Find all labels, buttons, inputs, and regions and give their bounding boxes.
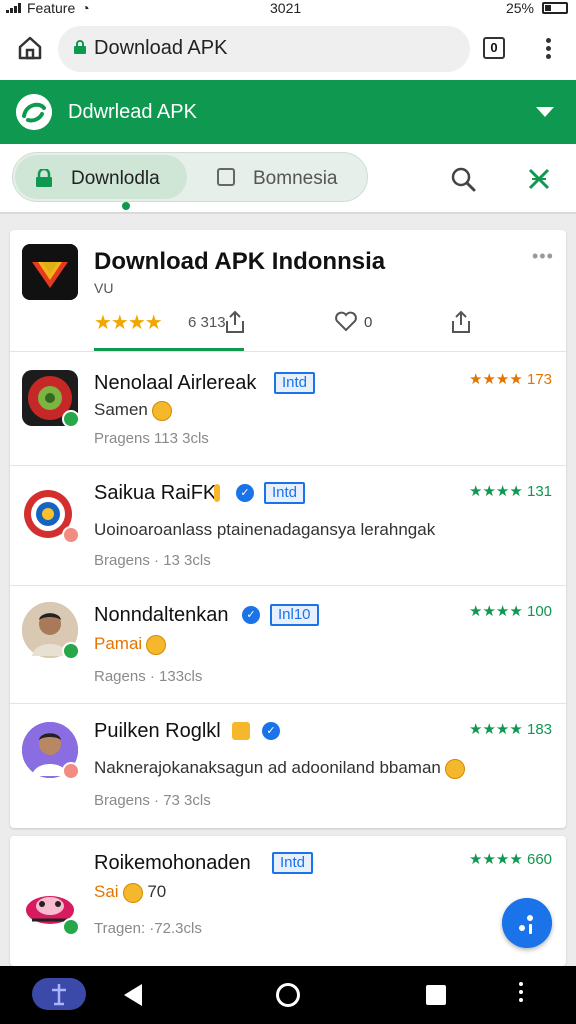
- flag-icon: [214, 484, 220, 502]
- lock-icon: [74, 40, 86, 54]
- app-icon: [22, 244, 78, 300]
- back-icon[interactable]: [124, 984, 142, 1006]
- app-rating: ★★★★ 173: [469, 371, 552, 388]
- emoji-icon: [146, 634, 167, 655]
- nav-menu-icon[interactable]: [518, 982, 524, 1008]
- app-rating: ★★★★ 100: [469, 603, 552, 620]
- app-description: Naknerajokanaksagun ad adooniland bbaman: [94, 758, 465, 779]
- browser-toolbar: Download APK 0: [0, 18, 576, 80]
- url-text: Download APK: [94, 37, 228, 59]
- info-badge: Inl10: [270, 604, 319, 626]
- browser-menu-icon[interactable]: [544, 38, 552, 60]
- info-badge: Intd: [274, 372, 316, 394]
- app-icon: [22, 722, 80, 780]
- app-developer-text: Samen: [94, 400, 148, 419]
- list-item[interactable]: Nenolaal Airlereak Intd ★★★★ 173 Samen P…: [10, 352, 566, 466]
- app-meta: Bragens · 73 3cls: [94, 792, 211, 809]
- lock-icon: [36, 169, 52, 187]
- site-header: Ddwrlead APK: [0, 80, 576, 144]
- tab-other-label[interactable]: Bomnesia: [253, 168, 338, 190]
- app-developer: Pamai: [94, 634, 167, 655]
- list-item[interactable]: Saikua RaiFK ✓ Intd ★★★★ 131 Uoinoaroanl…: [10, 466, 566, 586]
- app-rating: ★★★★ 660: [469, 851, 552, 868]
- list-item[interactable]: Roikemohonaden Intd ★★★★ 660 Sai 70 Trag…: [10, 836, 566, 966]
- active-tab-underline: [94, 348, 244, 351]
- emoji-icon: [151, 400, 172, 421]
- site-title: Ddwrlead APK: [68, 101, 197, 123]
- app-meta: Ragens · 133cls: [94, 668, 203, 685]
- segmented-control: Downlodla Bomnesia: [12, 152, 368, 202]
- system-nav-bar: [0, 966, 576, 1024]
- featured-app[interactable]: Download APK Indonnsia VU ★★★★ 6 313 0 •…: [10, 230, 566, 352]
- app-list-card: Download APK Indonnsia VU ★★★★ 6 313 0 •…: [10, 230, 566, 828]
- list-item[interactable]: Nonndaltenkan ✓ Inl10 ★★★★ 100 Pamai Rag…: [10, 586, 566, 704]
- warning-badge-icon: [232, 722, 250, 740]
- signal-icon: [6, 3, 21, 13]
- app-icon: [22, 602, 80, 660]
- filter-bar: Downlodla Bomnesia: [0, 144, 576, 214]
- chevron-down-icon[interactable]: [536, 107, 554, 117]
- share-icon[interactable]: [224, 310, 246, 334]
- recent-apps-icon[interactable]: [426, 985, 446, 1005]
- app-rating: ★★★★ 131: [469, 483, 552, 500]
- url-bar[interactable]: Download APK: [58, 26, 470, 72]
- app-name: Roikemohonaden: [94, 852, 251, 874]
- tab-count-button[interactable]: 0: [483, 37, 505, 59]
- app-developer: Samen: [94, 400, 172, 421]
- assistant-button[interactable]: [32, 978, 86, 1010]
- home-button-icon[interactable]: [276, 983, 300, 1007]
- app-name: Saikua RaiFK: [94, 482, 217, 504]
- more-options-icon[interactable]: •••: [532, 246, 554, 267]
- verified-icon: ✓: [242, 606, 260, 624]
- status-time: 3021: [270, 0, 302, 16]
- home-icon[interactable]: [16, 34, 44, 62]
- app-name: Nenolaal Airlereak: [94, 372, 257, 394]
- selected-indicator: [122, 202, 130, 210]
- list-item[interactable]: Puilken Roglkl ✓ ★★★★ 183 Naknerajokanak…: [10, 704, 566, 828]
- floating-action-button[interactable]: [502, 898, 552, 948]
- pin-icon: [52, 984, 66, 1006]
- status-bar: Feature ◔ 3021 25%: [0, 0, 576, 18]
- app-description-text: Naknerajokanaksagun ad adooniland bbaman: [94, 758, 441, 777]
- info-badge: Intd: [272, 852, 314, 874]
- rating-stars: ★★★★: [94, 312, 163, 334]
- app-meta: Bragens · 13 3cls: [94, 552, 211, 569]
- app-meta: Pragens 113 3cls: [94, 430, 209, 447]
- rating-count: 6 313: [188, 314, 226, 331]
- wifi-icon: ◔: [81, 0, 90, 16]
- search-icon[interactable]: [450, 166, 476, 192]
- app-rating: ★★★★ 183: [469, 721, 552, 738]
- emoji-icon: [122, 882, 143, 903]
- app-developer-text: Pamai: [94, 634, 143, 653]
- battery-icon: [542, 2, 568, 14]
- app-icon: [22, 486, 80, 544]
- app-name: Puilken Roglkl: [94, 720, 221, 742]
- app-name: Nonndaltenkan: [94, 604, 229, 626]
- close-icon[interactable]: [526, 166, 552, 192]
- featured-title: Download APK Indonnsia: [94, 248, 386, 275]
- export-icon[interactable]: [450, 310, 472, 334]
- emoji-icon: [444, 758, 465, 779]
- app-list-card: Roikemohonaden Intd ★★★★ 660 Sai 70 Trag…: [10, 836, 566, 966]
- app-developer: Sai 70: [94, 882, 166, 903]
- app-icon: [22, 878, 80, 936]
- app-description: Uoinoaroanlass ptainenadagansya lerahnga…: [94, 520, 436, 539]
- verified-icon: ✓: [236, 484, 254, 502]
- featured-subtitle: VU: [94, 280, 114, 296]
- app-developer-extra: 70: [147, 882, 167, 901]
- battery-percent: 25%: [505, 0, 534, 16]
- app-icon: [22, 370, 80, 428]
- site-logo-icon[interactable]: [16, 94, 52, 130]
- info-badge: Intd: [264, 482, 306, 504]
- app-developer-text: Sai: [94, 882, 119, 901]
- app-meta: Tragen: ·72.3cls: [94, 920, 202, 937]
- heart-icon[interactable]: [334, 310, 358, 332]
- tab-downloads-label: Downlodla: [71, 168, 160, 189]
- checkbox-icon[interactable]: [217, 168, 235, 186]
- carrier-label: Feature: [27, 0, 76, 16]
- likes-count: 0: [364, 314, 373, 331]
- verified-icon: ✓: [262, 722, 280, 740]
